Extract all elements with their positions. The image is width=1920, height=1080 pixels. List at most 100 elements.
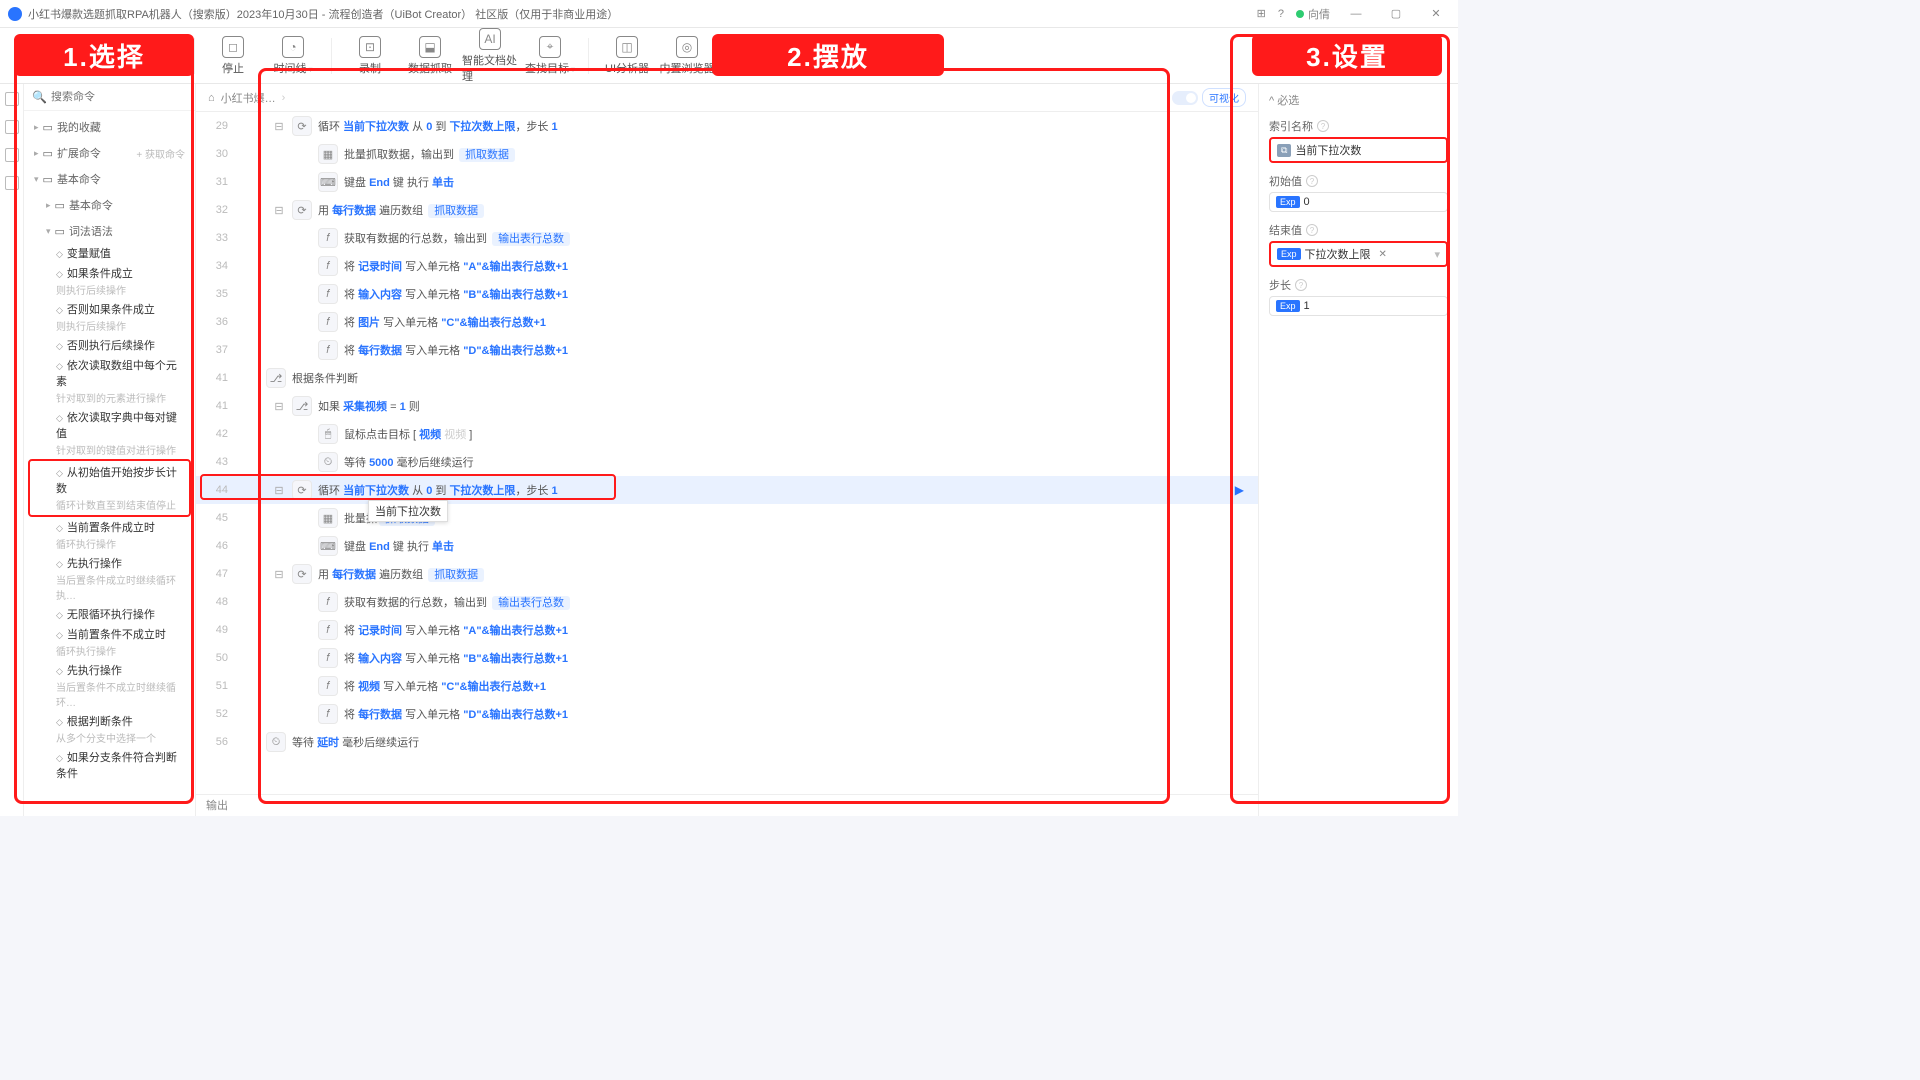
flow-line-30[interactable]: 30▦批量抓取数据，输出到 抓取数据 — [196, 140, 1258, 168]
line-text: 批量抓取数据，输出到 抓取数据 — [344, 146, 517, 162]
flow-line-48[interactable]: 48𝑓获取有数据的行总数，输出到 输出表行总数 — [196, 588, 1258, 616]
maximize-button[interactable]: ▢ — [1382, 7, 1410, 20]
collapse-icon[interactable]: ⊟ — [266, 484, 292, 497]
tool-icon: ⌖ — [539, 36, 561, 58]
line-text: 等待 延时 毫秒后继续运行 — [292, 734, 419, 750]
flow-line-47[interactable]: 47⊟⟳用 每行数据 遍历数组 抓取数据 — [196, 560, 1258, 588]
command-item[interactable]: ◇否则如果条件成立则执行后续操作 — [24, 299, 195, 335]
user-indicator[interactable]: 向倩 — [1296, 6, 1330, 22]
prop-field-step[interactable]: Exp 1 — [1269, 296, 1448, 316]
command-item[interactable]: ◇从初始值开始按步长计数循环计数直至到结束值停止 — [28, 459, 191, 517]
rail-icon[interactable] — [5, 148, 19, 162]
flow-line-35[interactable]: 35𝑓将 输入内容 写入单元格 "B"&输出表行总数+1 — [196, 280, 1258, 308]
section-required: ^ 必选 — [1269, 92, 1448, 108]
collapse-icon[interactable]: ⊟ — [266, 568, 292, 581]
visual-label: 可视化 — [1202, 88, 1246, 107]
flow-line-56[interactable]: 56⏲等待 延时 毫秒后继续运行 — [196, 728, 1258, 756]
command-item[interactable]: ◇变量赋值 — [24, 243, 195, 263]
subcategory[interactable]: ▸▭基本命令 — [24, 191, 195, 217]
line-text: 循环 当前下拉次数 从 0 到 下拉次数上限，步长 1 — [318, 118, 558, 134]
category[interactable]: ▾▭基本命令 — [24, 165, 195, 191]
prop-field-end[interactable]: Exp 下拉次数上限 ✕ ▾ — [1269, 241, 1448, 267]
grid-icon[interactable]: ⊞ — [1257, 7, 1266, 20]
line-number: 52 — [196, 708, 240, 720]
command-item[interactable]: ◇依次读取数组中每个元素针对取到的元素进行操作 — [24, 355, 195, 407]
toolbar-时间线[interactable]: ◔时间线 — [265, 36, 321, 76]
search-input[interactable] — [51, 91, 193, 103]
dropdown-icon[interactable]: ▾ — [1434, 248, 1440, 261]
branch-icon: ⎇ — [292, 396, 312, 416]
loop-icon: ⟳ — [292, 200, 312, 220]
subcategory[interactable]: ▾▭词法语法 — [24, 217, 195, 243]
toolbar-数据抓取[interactable]: ⬓数据抓取 — [402, 36, 458, 76]
breadcrumb-item[interactable]: 小红书爆… — [221, 90, 276, 106]
flow-line-29[interactable]: 29⊟⟳循环 当前下拉次数 从 0 到 下拉次数上限，步长 1 — [196, 112, 1258, 140]
clear-icon[interactable]: ✕ — [1379, 249, 1387, 260]
collapse-icon[interactable]: ⊟ — [266, 204, 292, 217]
category[interactable]: ▸▭扩展命令+ 获取命令 — [24, 139, 195, 165]
command-item[interactable]: ◇无限循环执行操作 — [24, 604, 195, 624]
command-item[interactable]: ◇当前置条件成立时循环执行操作 — [24, 517, 195, 553]
flow-line-34[interactable]: 34𝑓将 记录时间 写入单元格 "A"&输出表行总数+1 — [196, 252, 1258, 280]
command-item[interactable]: ◇如果条件成立则执行后续操作 — [24, 263, 195, 299]
tool-label: 查找目标 — [525, 60, 575, 76]
flow-line-51[interactable]: 51𝑓将 视频 写入单元格 "C"&输出表行总数+1 — [196, 672, 1258, 700]
toolbar-智能文档处理[interactable]: AI智能文档处理 — [462, 28, 518, 84]
flow-line-41[interactable]: 41⎇根据条件判断 — [196, 364, 1258, 392]
rail-icon[interactable] — [5, 92, 19, 106]
collapse-icon[interactable]: ⊟ — [266, 120, 292, 133]
output-tab[interactable]: 输出 — [196, 794, 1258, 816]
tool-icon: ⊡ — [359, 36, 381, 58]
toolbar-停止[interactable]: ◻停止 — [205, 36, 261, 76]
breadcrumb: ⌂ 小红书爆… › 可视化 — [196, 84, 1258, 112]
flow-line-31[interactable]: 31⌨键盘 End 键 执行 单击 — [196, 168, 1258, 196]
annotation-1: 1.选择 — [14, 34, 194, 76]
toolbar-UI分析器[interactable]: ◫UI分析器 — [599, 36, 655, 76]
command-item[interactable]: ◇如果分支条件符合判断条件 — [24, 747, 195, 783]
flow-line-42[interactable]: 42🖱鼠标点击目标 [ 视频 视频 ] — [196, 420, 1258, 448]
toolbar-录制[interactable]: ⊡录制 — [342, 36, 398, 76]
flow-line-41[interactable]: 41⊟⎇如果 采集视频 = 1 则 — [196, 392, 1258, 420]
flow-line-44[interactable]: 44⊟⟳循环 当前下拉次数 从 0 到 下拉次数上限，步长 1▶ — [196, 476, 1258, 504]
command-item[interactable]: ◇依次读取字典中每对键值针对取到的键值对进行操作 — [24, 407, 195, 459]
tool-icon: ◔ — [282, 36, 304, 58]
breadcrumb-home-icon[interactable]: ⌂ — [208, 92, 215, 104]
flow-line-32[interactable]: 32⊟⟳用 每行数据 遍历数组 抓取数据 — [196, 196, 1258, 224]
line-number: 33 — [196, 232, 240, 244]
flow-line-50[interactable]: 50𝑓将 输入内容 写入单元格 "B"&输出表行总数+1 — [196, 644, 1258, 672]
loop-icon: ⟳ — [292, 480, 312, 500]
close-button[interactable]: ✕ — [1422, 7, 1450, 20]
line-number: 50 — [196, 652, 240, 664]
exp-tag: Exp — [1276, 300, 1300, 312]
command-panel: 🔍 ▸▭我的收藏▸▭扩展命令+ 获取命令▾▭基本命令▸▭基本命令▾▭词法语法◇变… — [24, 84, 196, 816]
command-item[interactable]: ◇先执行操作当后置条件不成立时继续循环… — [24, 660, 195, 711]
command-item[interactable]: ◇否则执行后续操作 — [24, 335, 195, 355]
collapse-icon[interactable]: ⊟ — [266, 400, 292, 413]
toolbar-内置浏览器[interactable]: ◎内置浏览器 — [659, 36, 715, 76]
command-item[interactable]: ◇根据判断条件从多个分支中选择一个 — [24, 711, 195, 747]
flow-line-43[interactable]: 43⏲等待 5000 毫秒后继续运行 — [196, 448, 1258, 476]
branch-icon: ⎇ — [266, 368, 286, 388]
command-item[interactable]: ◇先执行操作当后置条件成立时继续循环执… — [24, 553, 195, 604]
play-icon[interactable]: ▶ — [1235, 483, 1244, 497]
flow-line-45[interactable]: 45▦批量抓抓取数据 — [196, 504, 1258, 532]
flow-line-36[interactable]: 36𝑓将 图片 写入单元格 "C"&输出表行总数+1 — [196, 308, 1258, 336]
help-icon[interactable]: ? — [1278, 8, 1284, 20]
rail-icon[interactable] — [5, 176, 19, 190]
visual-toggle[interactable] — [1172, 91, 1198, 105]
command-search[interactable]: 🔍 — [24, 84, 195, 111]
flow-line-37[interactable]: 37𝑓将 每行数据 写入单元格 "D"&输出表行总数+1 — [196, 336, 1258, 364]
rail-icon[interactable] — [5, 120, 19, 134]
prop-field-index[interactable]: ⧉ 当前下拉次数 — [1269, 137, 1448, 163]
prop-field-init[interactable]: Exp 0 — [1269, 192, 1448, 212]
flow-editor[interactable]: 29⊟⟳循环 当前下拉次数 从 0 到 下拉次数上限，步长 130▦批量抓取数据… — [196, 112, 1258, 794]
flow-line-52[interactable]: 52𝑓将 每行数据 写入单元格 "D"&输出表行总数+1 — [196, 700, 1258, 728]
minimize-button[interactable]: — — [1342, 8, 1370, 20]
toolbar-查找目标[interactable]: ⌖ 查找目标 — [522, 36, 578, 76]
line-number: 29 — [196, 120, 240, 132]
category[interactable]: ▸▭我的收藏 — [24, 113, 195, 139]
flow-line-49[interactable]: 49𝑓将 记录时间 写入单元格 "A"&输出表行总数+1 — [196, 616, 1258, 644]
command-item[interactable]: ◇当前置条件不成立时循环执行操作 — [24, 624, 195, 660]
flow-line-33[interactable]: 33𝑓获取有数据的行总数，输出到 输出表行总数 — [196, 224, 1258, 252]
flow-line-46[interactable]: 46⌨键盘 End 键 执行 单击 — [196, 532, 1258, 560]
